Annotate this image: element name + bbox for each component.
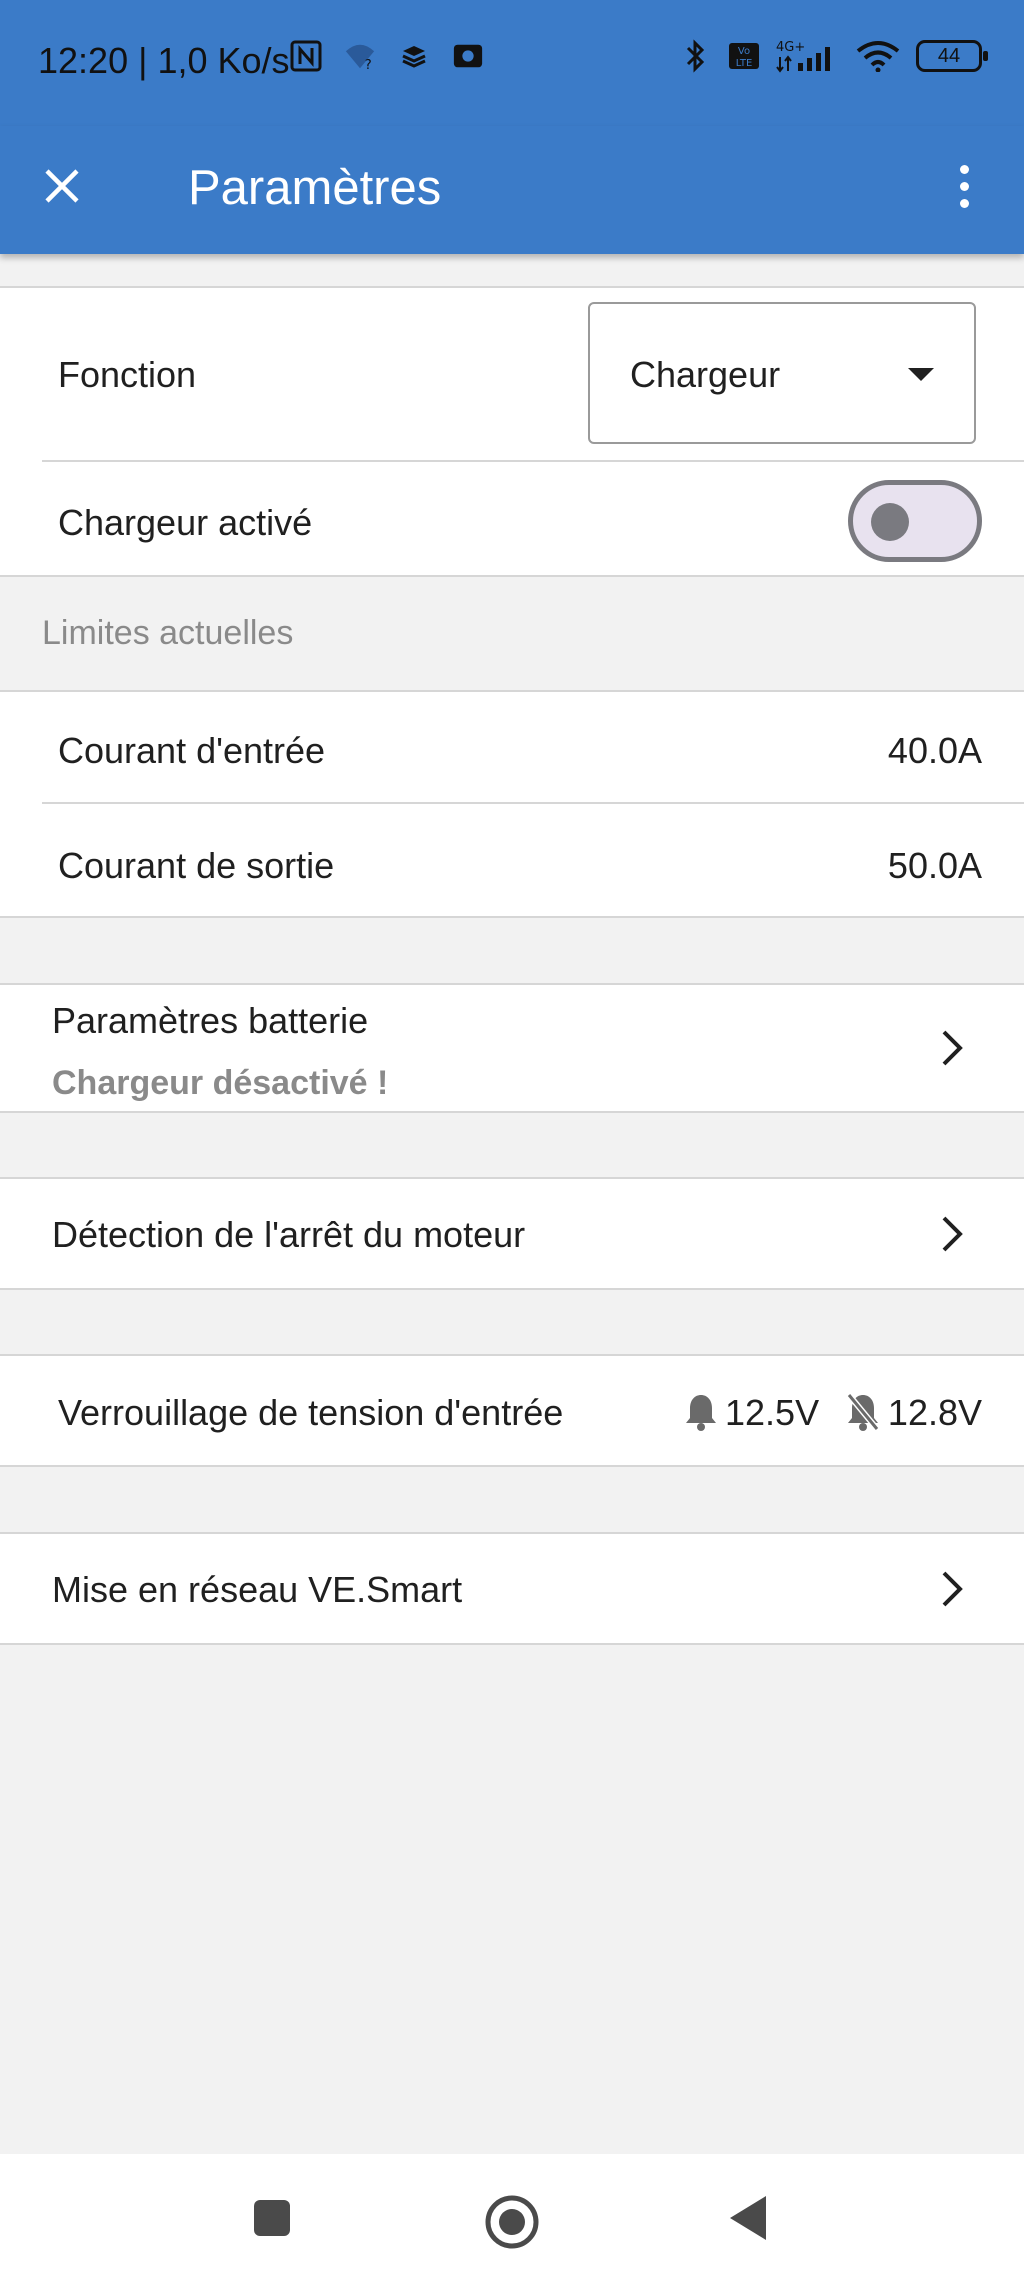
bell-icon (686, 1395, 716, 1431)
engine-stop-label: Détection de l'arrêt du moteur (52, 1214, 526, 1255)
divider (0, 1643, 1024, 1645)
chevron-right-icon (942, 1030, 963, 1066)
output-current-label: Courant de sortie (58, 845, 335, 886)
stack-icon (398, 40, 430, 72)
voltage-lock-label: Verrouillage de tension d'entrée (58, 1392, 564, 1433)
back-icon[interactable] (722, 2192, 774, 2244)
battery-level: 44 (937, 44, 961, 67)
close-icon[interactable] (30, 154, 94, 218)
divider (0, 983, 1024, 985)
divider (0, 1354, 1024, 1356)
bluetooth-icon (680, 39, 712, 73)
page-title: Paramètres (188, 161, 442, 215)
divider (0, 1465, 1024, 1467)
svg-text:Vo: Vo (738, 46, 750, 57)
dropdown-value: Chargeur (630, 354, 781, 395)
app-bar: Paramètres (0, 126, 1024, 254)
status-bar: 12:20 | 1,0 Ko/s ? Vo LTE 4G+ 44 (0, 0, 1024, 126)
nfc-icon (290, 40, 322, 72)
charger-enabled-label: Chargeur activé (58, 502, 313, 543)
chevron-right-icon (942, 1216, 963, 1252)
divider (42, 460, 1024, 462)
toggle-knob (871, 503, 909, 541)
bell-off-icon (846, 1393, 880, 1431)
svg-text:?: ? (365, 58, 372, 71)
svg-text:LTE: LTE (736, 58, 753, 69)
charger-enabled-toggle[interactable] (848, 480, 982, 562)
volte-icon: Vo LTE (728, 40, 760, 72)
battery-settings-label: Paramètres batterie (52, 1000, 369, 1041)
signal-4g-icon: 4G+ (776, 40, 840, 73)
divider (0, 575, 1024, 577)
recents-icon[interactable] (246, 2192, 298, 2244)
status-left-icons: ? (290, 40, 484, 72)
divider (0, 690, 1024, 692)
divider (42, 802, 1024, 804)
input-current-value[interactable]: 40.0A (888, 730, 982, 772)
battery-icon: 44 (916, 40, 988, 72)
function-label: Fonction (58, 354, 197, 395)
divider (0, 1532, 1024, 1534)
alarm-on-value: 12.5V (725, 1392, 820, 1433)
dropdown-arrow-icon (908, 368, 934, 381)
ve-smart-label: Mise en réseau VE.Smart (52, 1569, 463, 1610)
navigation-bar (0, 2154, 1024, 2276)
alarm-off-value: 12.8V (887, 1392, 982, 1433)
divider (0, 1288, 1024, 1290)
divider (0, 1111, 1024, 1113)
output-current-value[interactable]: 50.0A (888, 845, 982, 887)
current-limits-header: Limites actuelles (42, 614, 294, 652)
status-time: 12:20 | 1,0 Ko/s (38, 40, 290, 81)
divider (0, 1177, 1024, 1179)
status-right-icons: Vo LTE 4G+ 44 (680, 39, 988, 73)
charger-disabled-warning: Chargeur désactivé ! (52, 1064, 389, 1102)
home-icon[interactable] (482, 2192, 542, 2252)
input-current-label: Courant d'entrée (58, 730, 326, 771)
function-dropdown[interactable]: Chargeur (588, 302, 976, 444)
chevron-right-icon (942, 1571, 963, 1607)
divider (0, 916, 1024, 918)
wifi-icon (856, 40, 900, 72)
wifi-question-icon: ? (344, 40, 376, 72)
more-vert-icon[interactable] (940, 154, 988, 218)
cast-icon (452, 40, 484, 72)
divider (0, 286, 1024, 288)
svg-text:4G+: 4G+ (776, 40, 805, 55)
